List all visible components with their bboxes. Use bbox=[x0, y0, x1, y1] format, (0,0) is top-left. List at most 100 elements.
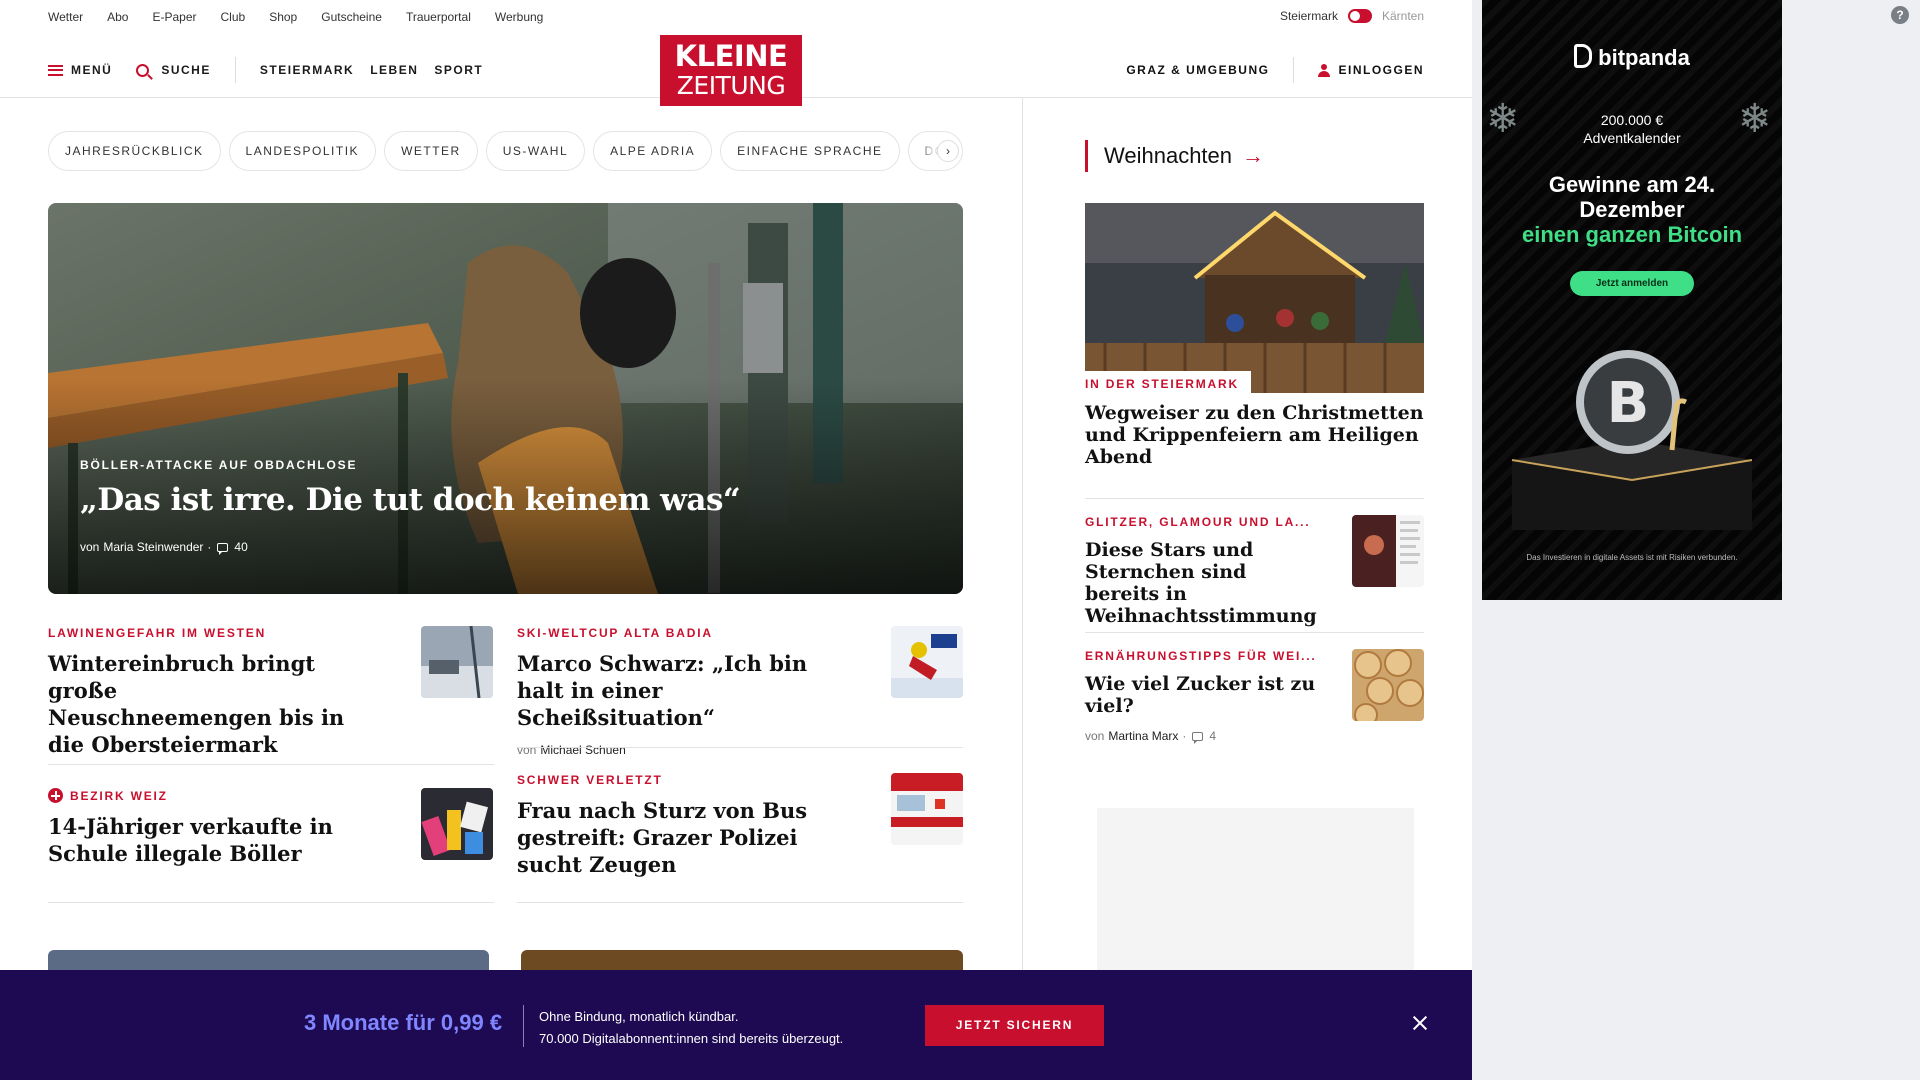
divider bbox=[1085, 632, 1424, 633]
region-kaernten[interactable]: Kärnten bbox=[1382, 9, 1424, 23]
utility-link-wetter[interactable]: Wetter bbox=[48, 10, 83, 24]
divider bbox=[48, 902, 494, 903]
section-heading-weihnachten[interactable]: Weihnachten → bbox=[1085, 140, 1264, 172]
nav-graz-umgebung[interactable]: GRAZ & UMGEBUNG bbox=[1126, 63, 1269, 77]
plus-premium-icon bbox=[48, 788, 63, 803]
utility-link-werbung[interactable]: Werbung bbox=[495, 10, 543, 24]
hero-kicker: BÖLLER-ATTACKE AUF OBDACHLOSE bbox=[80, 458, 358, 472]
user-icon bbox=[1318, 63, 1331, 77]
utility-link-club[interactable]: Club bbox=[221, 10, 246, 24]
region-switch: Steiermark Kärnten bbox=[1280, 9, 1424, 23]
article-title[interactable]: Diese Stars und Sternchen sind bereits i… bbox=[1085, 539, 1325, 627]
article-teaser-lawinengefahr[interactable]: LAWINENGEFAHR IM WESTEN Wintereinbruch b… bbox=[48, 626, 348, 758]
chip-us-wahl[interactable]: US-WAHL bbox=[485, 131, 586, 171]
rail-main-title[interactable]: Wegweiser zu den Christmetten und Krippe… bbox=[1085, 402, 1424, 468]
article-author[interactable]: Martina Marx bbox=[1108, 729, 1178, 743]
chip-alpe-adria[interactable]: ALPE ADRIA bbox=[593, 131, 713, 171]
article-title[interactable]: Frau nach Sturz von Bus gestreift: Graze… bbox=[517, 797, 817, 878]
article-thumbnail-ski[interactable] bbox=[891, 626, 963, 698]
chip-jahresrueckblick[interactable]: JAHRESRÜCKBLICK bbox=[48, 131, 221, 171]
hero-comments[interactable]: 40 bbox=[234, 540, 247, 554]
utility-link-shop[interactable]: Shop bbox=[269, 10, 297, 24]
rail-main-image-nativity[interactable] bbox=[1085, 203, 1424, 393]
article-title[interactable]: Wie viel Zucker ist zu viel? bbox=[1085, 673, 1325, 717]
article-kicker-row: BEZIRK WEIZ bbox=[48, 788, 348, 803]
region-steiermark[interactable]: Steiermark bbox=[1280, 9, 1338, 23]
promo-text: Ohne Bindung, monatlich kündbar. 70.000 … bbox=[539, 1006, 843, 1050]
logo-line-2: ZEITUNG bbox=[676, 71, 786, 100]
rail-article-zucker[interactable]: ERNÄHRUNGSTIPPS FÜR WEI... Wie viel Zuck… bbox=[1085, 649, 1325, 744]
utility-link-epaper[interactable]: E-Paper bbox=[152, 10, 196, 24]
header-left-nav: MENÜ SUCHE STEIERMARK LEBEN SPORT bbox=[48, 57, 483, 83]
ad-brand: bitpanda bbox=[1482, 44, 1782, 71]
rail-thumbnail-cookies[interactable] bbox=[1352, 649, 1424, 721]
utility-link-trauerportal[interactable]: Trauerportal bbox=[406, 10, 471, 24]
utility-link-gutscheine[interactable]: Gutscheine bbox=[321, 10, 382, 24]
chip-landespolitik[interactable]: LANDESPOLITIK bbox=[228, 131, 377, 171]
article-meta: von Martina Marx · 4 bbox=[1085, 729, 1325, 744]
region-toggle[interactable] bbox=[1347, 9, 1372, 23]
arrow-right-icon: → bbox=[1242, 143, 1265, 168]
article-kicker: GLITZER, GLAMOUR UND LA... bbox=[1085, 515, 1311, 529]
chip-wetter[interactable]: WETTER bbox=[384, 131, 478, 171]
login-button[interactable]: EINLOGGEN bbox=[1338, 63, 1424, 77]
nav-leben[interactable]: LEBEN bbox=[370, 63, 418, 77]
article-by: von bbox=[1085, 729, 1105, 743]
menu-button[interactable]: MENÜ bbox=[48, 63, 112, 77]
article-title[interactable]: Wintereinbruch bringt große Neuschneemen… bbox=[48, 650, 348, 758]
search-button[interactable]: SUCHE bbox=[136, 63, 211, 77]
chips-next-button[interactable]: › bbox=[937, 140, 959, 162]
hero-article[interactable]: BÖLLER-ATTACKE AUF OBDACHLOSE „Das ist i… bbox=[48, 203, 963, 594]
rail-article-stars[interactable]: GLITZER, GLAMOUR UND LA... Diese Stars u… bbox=[1085, 515, 1325, 627]
promo-price: 3 Monate für 0,99 € bbox=[304, 1010, 503, 1035]
article-teaser-schwer-verletzt[interactable]: SCHWER VERLETZT Frau nach Sturz von Bus … bbox=[517, 773, 817, 878]
article-thumbnail-snow[interactable] bbox=[421, 626, 493, 698]
kleine-zeitung-logo[interactable]: KLEINE ZEITUNG bbox=[660, 35, 802, 106]
ad-subline-2: Adventkalender bbox=[1583, 130, 1681, 146]
hero-author[interactable]: Maria Steinwender bbox=[103, 540, 203, 554]
rail-main-article[interactable]: Wegweiser zu den Christmetten und Krippe… bbox=[1085, 392, 1424, 468]
comment-icon bbox=[1192, 731, 1204, 744]
meta-separator: · bbox=[207, 540, 212, 554]
nav-sport[interactable]: SPORT bbox=[434, 63, 483, 77]
article-thumbnail-ambulance[interactable] bbox=[891, 773, 963, 845]
ad-headline-2: Dezember bbox=[1579, 197, 1685, 222]
hero-meta: von Maria Steinwender · 40 bbox=[80, 540, 740, 555]
article-teaser-marco-schwarz[interactable]: SKI-WELTCUP ALTA BADIA Marco Schwarz: „I… bbox=[517, 626, 847, 757]
ad-highlight: einen ganzen Bitcoin bbox=[1521, 222, 1743, 247]
comment-icon bbox=[217, 542, 229, 555]
divider bbox=[48, 764, 494, 765]
article-teaser-bezirk-weiz[interactable]: BEZIRK WEIZ 14-Jähriger verkaufte in Sch… bbox=[48, 788, 348, 867]
hero-text: BÖLLER-ATTACKE AUF OBDACHLOSE „Das ist i… bbox=[80, 458, 741, 555]
help-icon[interactable]: ? bbox=[1891, 6, 1909, 24]
menu-label: MENÜ bbox=[71, 63, 113, 77]
bitpanda-advertisement[interactable]: ❄ ❄ bitpanda 200.000 € Adventkalender Ge… bbox=[1482, 0, 1782, 600]
promo-text-line-2: 70.000 Digitalabonnent:innen sind bereit… bbox=[539, 1031, 844, 1046]
article-thumbnail-fireworks[interactable] bbox=[421, 788, 493, 860]
divider bbox=[1085, 498, 1424, 499]
hero-title[interactable]: „Das ist irre. Die tut doch keinem was“ bbox=[80, 482, 741, 518]
article-kicker: SKI-WELTCUP ALTA BADIA bbox=[517, 626, 713, 640]
article-kicker: ERNÄHRUNGSTIPPS FÜR WEI... bbox=[1085, 649, 1317, 663]
logo-line-1: KLEINE bbox=[674, 39, 788, 73]
ad-brand-name: bitpanda bbox=[1598, 45, 1690, 70]
nav-steiermark[interactable]: STEIERMARK bbox=[260, 63, 354, 77]
utility-link-abo[interactable]: Abo bbox=[107, 10, 128, 24]
ad-cta-button[interactable]: Jetzt anmelden bbox=[1570, 271, 1694, 296]
divider bbox=[517, 747, 963, 748]
rail-thumbnail-instagram[interactable] bbox=[1352, 515, 1424, 587]
article-title[interactable]: Marco Schwarz: „Ich bin halt in einer Sc… bbox=[517, 650, 847, 731]
section-title: Weihnachten bbox=[1104, 143, 1233, 168]
article-comments[interactable]: 4 bbox=[1209, 729, 1216, 743]
ad-disclaimer: Das Investieren in digitale Assets ist m… bbox=[1526, 553, 1738, 562]
ad-headline: Gewinne am 24. Dezember bbox=[1482, 172, 1782, 222]
promo-subscribe-button[interactable]: JETZT SICHERN bbox=[925, 1005, 1104, 1046]
close-icon[interactable] bbox=[1410, 1013, 1430, 1033]
article-kicker: BEZIRK WEIZ bbox=[70, 788, 168, 803]
article-kicker: SCHWER VERLETZT bbox=[517, 773, 663, 787]
utility-links: Wetter Abo E-Paper Club Shop Gutscheine … bbox=[48, 10, 543, 24]
chip-einfache-sprache[interactable]: EINFACHE SPRACHE bbox=[720, 131, 900, 171]
article-author[interactable]: Michael Schuen bbox=[540, 743, 625, 757]
article-kicker: LAWINENGEFAHR IM WESTEN bbox=[48, 626, 267, 640]
article-title[interactable]: 14-Jähriger verkaufte in Schule illegale… bbox=[48, 813, 348, 867]
